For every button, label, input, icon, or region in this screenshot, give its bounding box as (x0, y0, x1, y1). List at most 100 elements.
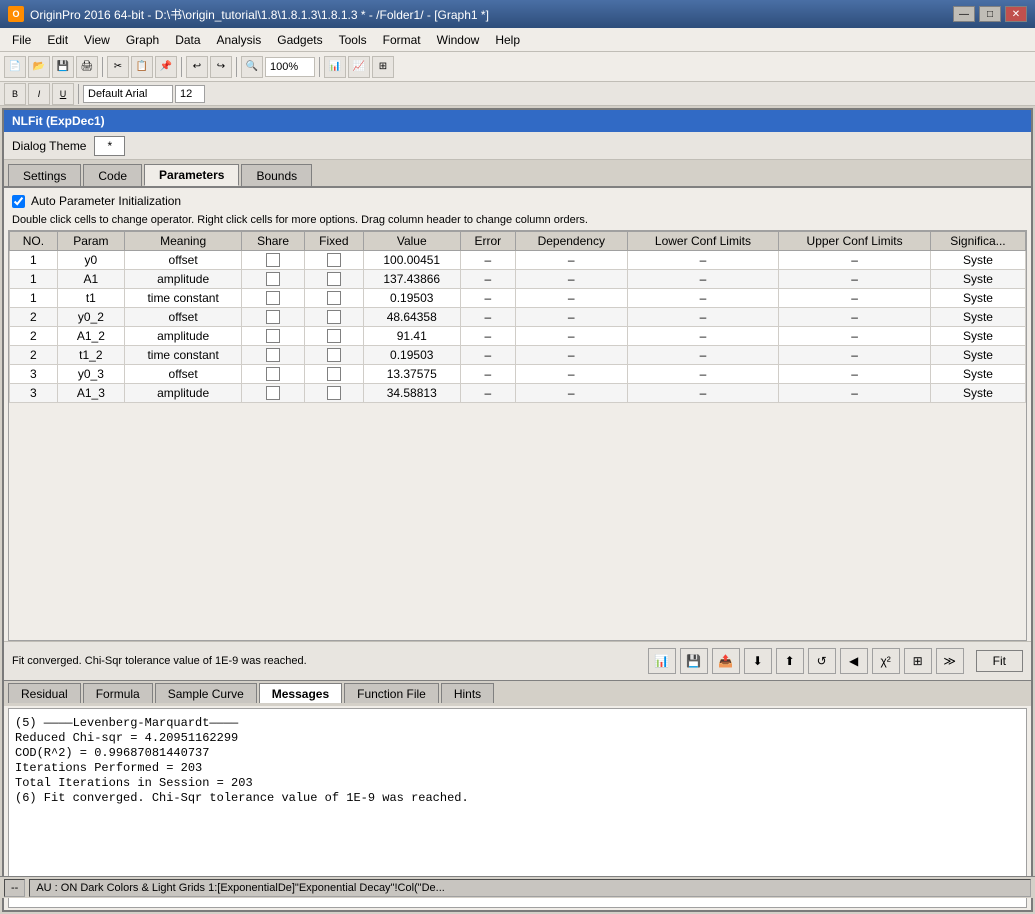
cell-share[interactable] (242, 365, 305, 384)
nlfit-dialog: NLFit (ExpDec1) Dialog Theme * Settings … (2, 108, 1033, 912)
cell-fixed[interactable] (304, 251, 363, 270)
table-row: 2 y0_2 offset 48.64358 – – – – Syste (10, 308, 1026, 327)
format-btn-3[interactable]: U (52, 83, 74, 105)
menu-bar: File Edit View Graph Data Analysis Gadge… (0, 28, 1035, 52)
cell-share[interactable] (242, 289, 305, 308)
save-button[interactable]: 💾 (52, 56, 74, 78)
param-btn[interactable]: ⊞ (904, 648, 932, 674)
cell-error: – (460, 251, 515, 270)
redo-button[interactable]: ↪ (210, 56, 232, 78)
subtab-messages[interactable]: Messages (259, 683, 342, 703)
cell-share[interactable] (242, 251, 305, 270)
subtab-function-file[interactable]: Function File (344, 683, 439, 703)
iter-btn[interactable]: ≫ (936, 648, 964, 674)
cell-dep: – (515, 327, 627, 346)
fit-button[interactable]: Fit (976, 650, 1023, 672)
cell-share[interactable] (242, 384, 305, 403)
cell-value[interactable]: 91.41 (363, 327, 460, 346)
menu-window[interactable]: Window (429, 31, 488, 49)
cut-button[interactable]: ✂ (107, 56, 129, 78)
graph-button[interactable]: 📊 (324, 56, 346, 78)
col-error: Error (460, 232, 515, 251)
auto-param-label: Auto Parameter Initialization (31, 194, 181, 208)
cell-fixed[interactable] (304, 365, 363, 384)
tab-code[interactable]: Code (83, 164, 142, 186)
cell-no: 1 (10, 289, 58, 308)
message-line: Reduced Chi-sqr = 4.20951162299 (15, 731, 1020, 745)
subtab-formula[interactable]: Formula (83, 683, 153, 703)
close-button[interactable]: ✕ (1005, 6, 1027, 22)
menu-tools[interactable]: Tools (331, 31, 375, 49)
subtab-residual[interactable]: Residual (8, 683, 81, 703)
maximize-button[interactable]: □ (979, 6, 1001, 22)
cell-value[interactable]: 137.43866 (363, 270, 460, 289)
new-file-button[interactable]: 📄 (4, 56, 26, 78)
format-btn-2[interactable]: I (28, 83, 50, 105)
print-button[interactable]: 🖨 (76, 56, 98, 78)
back-btn[interactable]: ◀ (840, 648, 868, 674)
table-btn[interactable]: 📈 (348, 56, 370, 78)
cell-sig: Syste (930, 270, 1025, 289)
up-btn[interactable]: ⬆ (776, 648, 804, 674)
menu-view[interactable]: View (76, 31, 118, 49)
zoom-in-button[interactable]: 🔍 (241, 56, 263, 78)
col-sig: Significa... (930, 232, 1025, 251)
menu-graph[interactable]: Graph (118, 31, 167, 49)
status-left: -- (4, 879, 25, 897)
subtab-hints[interactable]: Hints (441, 683, 494, 703)
matrix-btn[interactable]: ⊞ (372, 56, 394, 78)
undo-button[interactable]: ↩ (186, 56, 208, 78)
cell-share[interactable] (242, 346, 305, 365)
cell-sig: Syste (930, 251, 1025, 270)
cell-value[interactable]: 13.37575 (363, 365, 460, 384)
cell-fixed[interactable] (304, 289, 363, 308)
tab-parameters[interactable]: Parameters (144, 164, 239, 186)
cell-share[interactable] (242, 327, 305, 346)
font-size-dropdown[interactable]: 12 (175, 85, 205, 103)
dialog-theme-value[interactable]: * (94, 136, 125, 156)
open-button[interactable]: 📂 (28, 56, 50, 78)
reset-btn[interactable]: ↺ (808, 648, 836, 674)
cell-sig: Syste (930, 289, 1025, 308)
menu-data[interactable]: Data (167, 31, 208, 49)
title-bar: O OriginPro 2016 64-bit - D:\书\origin_tu… (0, 0, 1035, 28)
cell-value[interactable]: 0.19503 (363, 346, 460, 365)
cell-lower: – (627, 270, 779, 289)
export-btn[interactable]: 📤 (712, 648, 740, 674)
dialog-title: NLFit (ExpDec1) (4, 110, 1031, 132)
cell-fixed[interactable] (304, 346, 363, 365)
menu-file[interactable]: File (4, 31, 39, 49)
subtab-sample-curve[interactable]: Sample Curve (155, 683, 257, 703)
cell-value[interactable]: 34.58813 (363, 384, 460, 403)
save-result-btn[interactable]: 💾 (680, 648, 708, 674)
menu-analysis[interactable]: Analysis (209, 31, 270, 49)
cell-fixed[interactable] (304, 308, 363, 327)
tab-settings[interactable]: Settings (8, 164, 81, 186)
plot-btn[interactable]: 📊 (648, 648, 676, 674)
cell-param: A1_2 (57, 327, 124, 346)
menu-help[interactable]: Help (487, 31, 528, 49)
menu-format[interactable]: Format (375, 31, 429, 49)
copy-button[interactable]: 📋 (131, 56, 153, 78)
zoom-level[interactable]: 100% (265, 57, 315, 77)
down-btn[interactable]: ⬇ (744, 648, 772, 674)
chi-sqr-btn[interactable]: χ² (872, 648, 900, 674)
message-line: Total Iterations in Session = 203 (15, 776, 1020, 790)
paste-button[interactable]: 📌 (155, 56, 177, 78)
font-name-dropdown[interactable]: Default Arial (83, 85, 173, 103)
params-table: NO. Param Meaning Share Fixed Value Erro… (9, 231, 1026, 403)
minimize-button[interactable]: — (953, 6, 975, 22)
cell-share[interactable] (242, 308, 305, 327)
menu-gadgets[interactable]: Gadgets (269, 31, 330, 49)
format-btn-1[interactable]: B (4, 83, 26, 105)
cell-fixed[interactable] (304, 384, 363, 403)
menu-edit[interactable]: Edit (39, 31, 76, 49)
cell-share[interactable] (242, 270, 305, 289)
cell-value[interactable]: 48.64358 (363, 308, 460, 327)
auto-param-checkbox[interactable] (12, 195, 25, 208)
cell-fixed[interactable] (304, 327, 363, 346)
cell-value[interactable]: 0.19503 (363, 289, 460, 308)
cell-value[interactable]: 100.00451 (363, 251, 460, 270)
tab-bounds[interactable]: Bounds (241, 164, 312, 186)
cell-fixed[interactable] (304, 270, 363, 289)
